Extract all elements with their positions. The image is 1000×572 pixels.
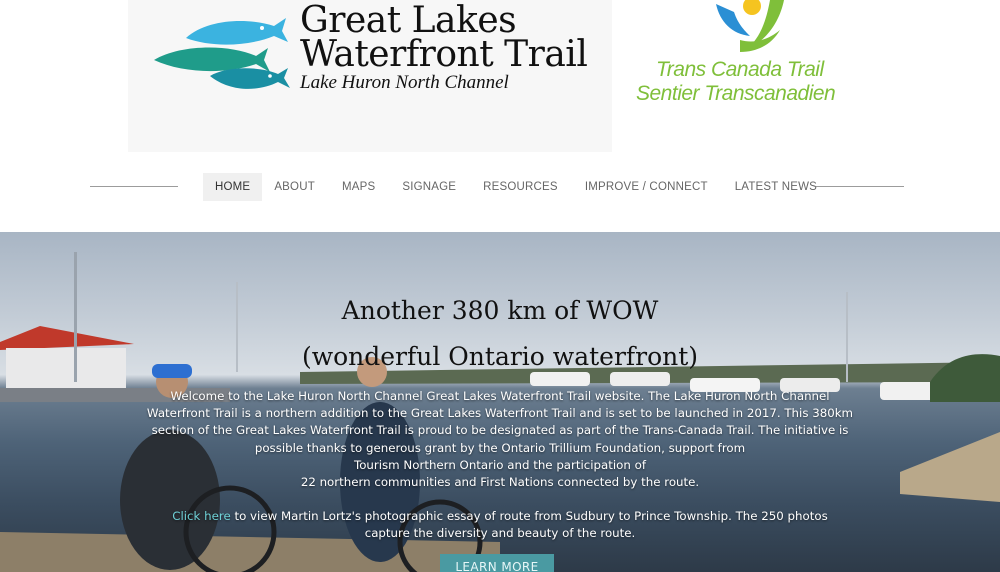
click-here-link[interactable]: Click here <box>172 509 230 523</box>
hero-intro-text: Welcome to the Lake Huron North Channel … <box>120 388 880 543</box>
trans-canada-trail-figures-icon <box>716 0 784 52</box>
nav-divider-left <box>90 186 178 187</box>
learn-more-button[interactable]: LEARN MORE <box>440 554 554 572</box>
nav-item-maps[interactable]: MAPS <box>342 173 375 201</box>
glwt-subtitle: Lake Huron North Channel <box>300 72 509 93</box>
tct-line2: Sentier Transcanadien <box>636 82 836 105</box>
hero-heading-line2: (wonderful Ontario waterfront) <box>301 342 699 371</box>
glwt-title: Great Lakes Waterfront Trail <box>300 0 588 75</box>
nav-item-home[interactable]: HOME <box>203 173 263 201</box>
great-lakes-waterfront-trail-logo[interactable]: Great Lakes Waterfront Trail Lake Huron … <box>128 0 612 152</box>
hero-body-line: Tourism Northern Ontario and the partici… <box>354 457 646 472</box>
main-navigation: HOME ABOUT MAPS SIGNAGE RESOURCES IMPROV… <box>203 173 817 201</box>
hero-body-line: Waterfront Trail is a northern addition … <box>146 406 854 421</box>
glwt-title-line1: Great Lakes <box>300 0 517 41</box>
fish-logo-icon <box>154 18 290 89</box>
hero-body-line: section of the Great Lakes Waterfront Tr… <box>151 423 849 438</box>
photo-essay-line2: capture the diversity and beauty of the … <box>364 526 636 541</box>
photo-essay-line: Click here to view Martin Lortz's photog… <box>120 508 880 525</box>
nav-item-improve-connect[interactable]: IMPROVE / CONNECT <box>585 173 708 201</box>
glwt-title-line2: Waterfront Trail <box>300 34 588 75</box>
site-header: Great Lakes Waterfront Trail Lake Huron … <box>0 0 1000 232</box>
nav-item-resources[interactable]: RESOURCES <box>483 173 558 201</box>
hero-body-line: possible thanks to generous grant by the… <box>254 440 746 455</box>
trans-canada-trail-logo[interactable]: Trans Canada Trail Sentier Transcanadien <box>630 0 850 110</box>
photo-essay-text: to view Martin Lortz's photographic essa… <box>230 509 828 524</box>
tct-line1: Trans Canada Trail <box>656 58 824 81</box>
hero-body-line: 22 northern communities and First Nation… <box>300 475 700 490</box>
hero-heading-line1: Another 380 km of WOW <box>341 296 659 325</box>
nav-item-about[interactable]: ABOUT <box>274 173 315 201</box>
nav-divider-right <box>816 186 904 187</box>
nav-item-signage[interactable]: SIGNAGE <box>402 173 456 201</box>
hero-body-line: Welcome to the Lake Huron North Channel … <box>170 389 830 403</box>
nav-item-latest-news[interactable]: LATEST NEWS <box>735 173 817 201</box>
hero-banner: Another 380 km of WOW (wonderful Ontario… <box>0 232 1000 572</box>
